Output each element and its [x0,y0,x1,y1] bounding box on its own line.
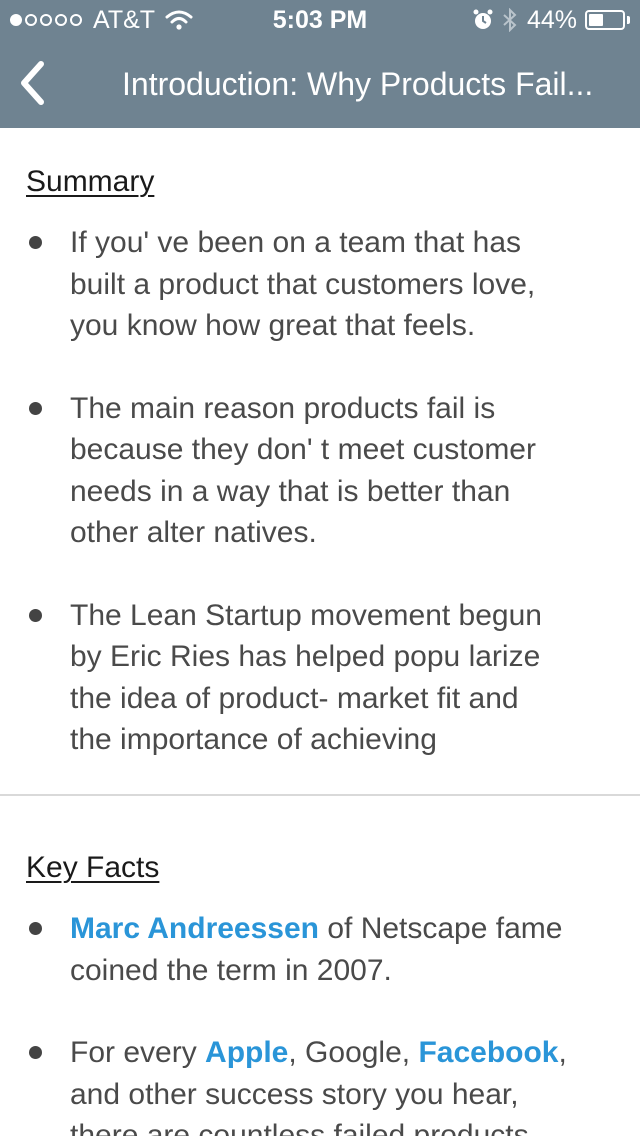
bullet-line: The Lean Startup movement begun [70,598,542,632]
bullet-dot [29,1046,42,1059]
link-marc-andreessen[interactable]: Marc Andreessen [70,912,319,945]
battery-fill [589,14,604,26]
bullet-dot [29,922,42,935]
bullet-dot [29,608,42,622]
link-facebook[interactable]: Facebook [418,1036,558,1069]
back-button[interactable] [12,58,52,108]
bullet-line: other alter natives. [70,516,317,549]
alarm-icon [473,9,493,29]
status-bar: AT&T 5:03 PM 44% [0,0,640,40]
list-item: The Lean Startup movement begun by Eric … [0,595,640,761]
bullet-line: built a product that customers love, [70,267,536,301]
section-divider [0,794,640,796]
list-item: If you' ve been on a team that has built… [0,222,640,347]
nav-bar: Introduction: Why Products Fail... [0,40,640,128]
fact-text: , Google, [288,1036,419,1069]
bullet-line: For every Apple, Google, Facebook, [70,1032,616,1074]
bullet-dot [29,236,42,249]
bluetooth-icon [503,8,517,32]
list-item: The main reason products fail is because… [0,388,640,554]
link-apple[interactable]: Apple [205,1036,288,1069]
battery-tip [627,16,630,24]
battery-percent: 44% [526,5,577,34]
bullet-line: Marc Andreessen of Netscape fame [70,908,616,950]
bullet-line: there are countless failed products [70,1119,529,1136]
bullet-dot [29,401,42,415]
fact-text: For every [70,1036,206,1069]
bullet-line: the idea of product- market fit and [70,681,519,715]
list-item: Marc Andreessen of Netscape fame coined … [0,908,640,991]
status-right: 44% [473,6,630,34]
chevron-left-icon [21,61,44,105]
page-title: Introduction: Why Products Fail... [122,66,594,102]
battery-icon [585,10,630,30]
bullet-line: because they don' t meet customer [70,433,536,466]
header: AT&T 5:03 PM 44% Introduction: Why Produ… [0,0,640,128]
bullet-line: by Eric Ries has helped popu larize [70,640,541,673]
fact-text: of Netscape fame [319,912,563,945]
bullet-line: The main reason products fail is [70,391,496,425]
summary-list: If you' ve been on a team that has built… [0,222,640,761]
app-screen: AT&T 5:03 PM 44% Introduction: Why Produ… [0,0,640,1136]
summary-heading: Summary [26,165,155,198]
bullet-line: needs in a way that is better than [70,474,511,508]
list-item: For every Apple, Google, Facebook, and o… [0,1032,640,1136]
battery-body [585,10,625,30]
bullet-line: If you' ve been on a team that has [70,226,522,259]
fact-text: , [558,1036,567,1069]
key-facts-heading: Key Facts [26,851,160,884]
content-scroll-area[interactable]: Summary If you' ve been on a team that h… [0,128,640,1136]
bullet-line: you know how great that feels. [70,309,476,342]
bullet-line: the importance of achieving [70,723,437,756]
key-facts-list: Marc Andreessen of Netscape fame coined … [0,908,640,1136]
bullet-line: coined the term in 2007. [70,953,392,987]
bullet-line: and other success story you hear, [70,1077,519,1111]
